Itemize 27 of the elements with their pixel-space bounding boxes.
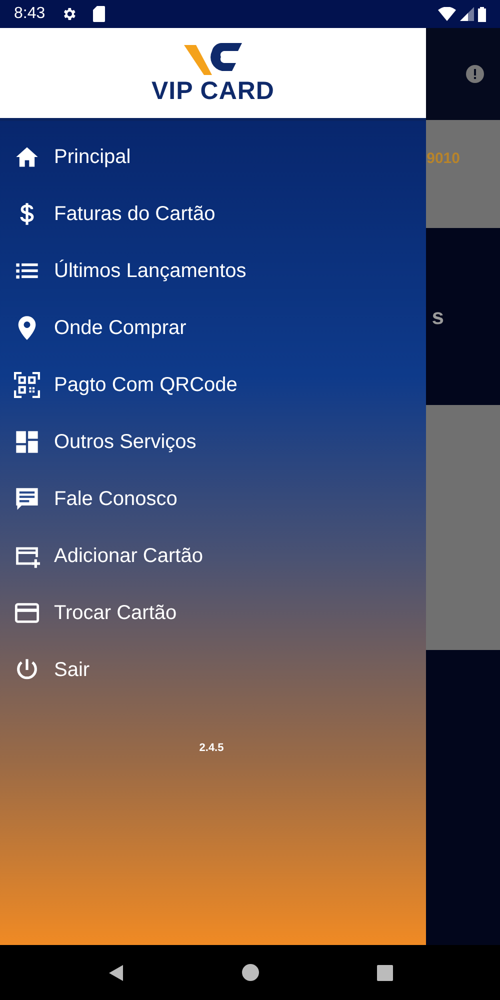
chat-icon: [14, 486, 40, 512]
sd-card-icon: [93, 6, 106, 22]
menu-item[interactable]: Adicionar Cartão: [0, 527, 426, 584]
menu-item[interactable]: Pagto Com QRCode: [0, 356, 426, 413]
menu-item[interactable]: Últimos Lançamentos: [0, 242, 426, 299]
menu-item[interactable]: Trocar Cartão: [0, 584, 426, 641]
version-text: 2.4.5: [199, 742, 224, 754]
qr-code-icon: [14, 372, 40, 398]
battery-icon: [478, 6, 486, 22]
menu-item[interactable]: Fale Conosco: [0, 470, 426, 527]
clock: 8:43: [14, 4, 46, 24]
menu-item[interactable]: Sair: [0, 641, 426, 698]
section-heading: s: [432, 303, 444, 331]
settings-icon: [61, 6, 78, 22]
back-icon[interactable]: [106, 964, 125, 982]
dashboard-icon: [14, 428, 40, 454]
recents-icon[interactable]: [377, 964, 394, 980]
signal-icon: [460, 7, 474, 21]
menu-item[interactable]: Faturas do Cartão: [0, 185, 426, 242]
wifi-icon: [438, 7, 456, 21]
logo-text: VIP CARD: [151, 78, 274, 104]
home-icon[interactable]: [242, 964, 260, 981]
menu-item[interactable]: Principal: [0, 128, 426, 185]
menu-item[interactable]: Onde Comprar: [0, 299, 426, 356]
menu-item[interactable]: Outros Serviços: [0, 413, 426, 470]
card-number: 9010: [426, 149, 460, 169]
alert-icon[interactable]: [466, 65, 484, 83]
